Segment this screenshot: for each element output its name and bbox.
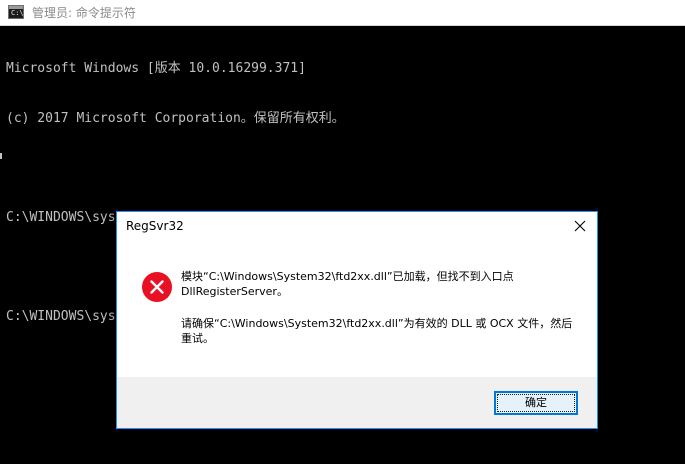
close-icon [574, 220, 586, 232]
console-title-bar[interactable]: C:\ 管理员: 命令提示符 [0, 0, 685, 26]
dialog-message-line-1: 模块“C:\Windows\System32\ftd2xx.dll”已加载，但找… [181, 270, 514, 298]
desktop-stage: C:\ 管理员: 命令提示符 Microsoft Windows [版本 10.… [0, 0, 685, 464]
regsvr32-dialog: RegSvr32 模块“C:\Windows\System32\ftd2xx.d… [116, 211, 598, 429]
dialog-message: 模块“C:\Windows\System32\ftd2xx.dll”已加载，但找… [181, 269, 586, 346]
cmd-icon: C:\ [8, 5, 24, 19]
dialog-message-line-2: 请确保“C:\Windows\System32\ftd2xx.dll”为有效的 … [181, 317, 573, 345]
ok-button[interactable]: 确定 [494, 391, 578, 415]
console-line: (c) 2017 Microsoft Corporation。保留所有权利。 [6, 110, 345, 126]
error-icon [142, 272, 172, 302]
dialog-close-button[interactable] [569, 215, 591, 237]
dialog-button-bar: 确定 [117, 377, 597, 428]
dialog-title: RegSvr32 [126, 219, 184, 233]
console-edge-mark [0, 153, 2, 159]
console-line: Microsoft Windows [版本 10.0.16299.371] [6, 61, 306, 76]
console-title: 管理员: 命令提示符 [32, 6, 136, 20]
